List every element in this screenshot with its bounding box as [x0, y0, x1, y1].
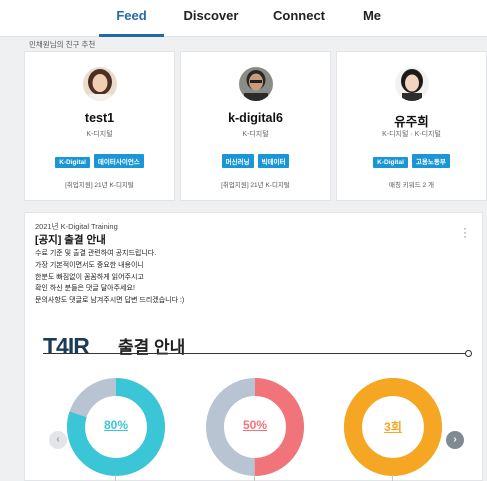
donut-value: 3회 — [384, 420, 402, 434]
tag-badge[interactable]: 고용노동부 — [411, 154, 450, 168]
friend-org: K-디지털 — [242, 131, 269, 138]
attendance-donut: 50% — [205, 377, 305, 477]
carousel-prev-button[interactable]: ‹ — [49, 431, 67, 449]
post-body: 수료 기준 및 출결 관련하여 공지드립니다. 가장 기본적이면서도 중요한 내… — [35, 248, 184, 307]
post-body-line: 수료 기준 및 출결 관련하여 공지드립니다. — [35, 250, 157, 257]
friend-footer: [취업지원] 21년 K-디지털 — [221, 182, 290, 189]
post-body-line: 문의사항도 댓글로 남겨주시면 답변 드리겠습니다 :) — [35, 297, 185, 305]
attendance-donut: 3회 — [343, 377, 443, 477]
friend-name[interactable]: k-digital6 — [181, 111, 330, 125]
top-navigation: Feed Discover Connect Me — [0, 0, 487, 37]
t4ir-logo: T4IR — [43, 333, 90, 359]
friend-footer: 매칭 키워드 2 개 — [389, 182, 434, 189]
tag-badge[interactable]: K-Digital — [55, 157, 90, 168]
tab-me[interactable]: Me — [357, 8, 387, 37]
friend-org: K-디지털 — [86, 131, 113, 138]
banner-divider — [43, 353, 467, 354]
friend-card[interactable]: test1 K-디지털 K-Digital 데이터사이언스 [취업지원] 21년 … — [24, 51, 175, 201]
more-options-icon[interactable]: · · · — [462, 222, 468, 242]
post-body-line: 확인 하신 분들은 댓글 달아주세요! — [35, 285, 135, 293]
avatar[interactable] — [83, 67, 117, 101]
donut-stem — [392, 475, 393, 481]
app-root: Feed Discover Connect Me 민채원님의 친구 추천 tes… — [0, 0, 487, 481]
tag-list: 머신러닝 빅데이터 — [181, 154, 330, 168]
tag-badge[interactable]: 빅데이터 — [257, 154, 290, 168]
tab-feed[interactable]: Feed — [99, 8, 164, 37]
friend-footer: [취업지원] 21년 K-디지털 — [65, 182, 134, 189]
post-course-label: 2021년 K-Digital Training — [35, 222, 118, 231]
donut-stem — [254, 475, 255, 481]
post-title: [공지] 출결 안내 — [35, 234, 106, 246]
post-body-line: 한분도 빠짐없이 꼼꼼하게 읽어주시고 — [35, 273, 144, 281]
tag-list: K-Digital 데이터사이언스 — [25, 154, 174, 168]
friend-name[interactable]: test1 — [25, 111, 174, 125]
banner-divider-dot — [465, 350, 472, 357]
friend-name[interactable]: 유주희 — [337, 111, 486, 130]
tag-badge[interactable]: K-Digital — [373, 157, 408, 168]
friend-card[interactable]: 유주희 K-디지털 · K-디지털 K-Digital 고용노동부 매칭 키워드 … — [336, 51, 487, 201]
donut-value: 80% — [103, 418, 129, 432]
friend-card[interactable]: k-digital6 K-디지털 머신러닝 빅데이터 [취업지원] 21년 K-디… — [180, 51, 331, 201]
friend-org: K-디지털 · K-디지털 — [382, 131, 441, 138]
friend-recommend-label: 민채원님의 친구 추천 — [29, 40, 96, 49]
tab-connect[interactable]: Connect — [266, 8, 332, 37]
donut-value: 50% — [242, 418, 268, 432]
notice-post: 2021년 K-Digital Training [공지] 출결 안내 · · · … — [24, 212, 483, 481]
avatar[interactable] — [239, 67, 273, 101]
carousel-next-button[interactable]: › — [446, 431, 464, 449]
avatar[interactable] — [395, 67, 429, 101]
post-body-line: 가장 기본적이면서도 중요한 내용이니 — [35, 261, 144, 269]
tag-badge[interactable]: 머신러닝 — [221, 154, 254, 168]
banner-title: 출결 안내 — [118, 338, 186, 357]
tag-list: K-Digital 고용노동부 — [337, 154, 486, 168]
attendance-donut: 80% — [66, 377, 166, 477]
tag-badge[interactable]: 데이터사이언스 — [93, 154, 144, 168]
tab-discover[interactable]: Discover — [176, 8, 246, 37]
donut-stem — [115, 475, 116, 481]
